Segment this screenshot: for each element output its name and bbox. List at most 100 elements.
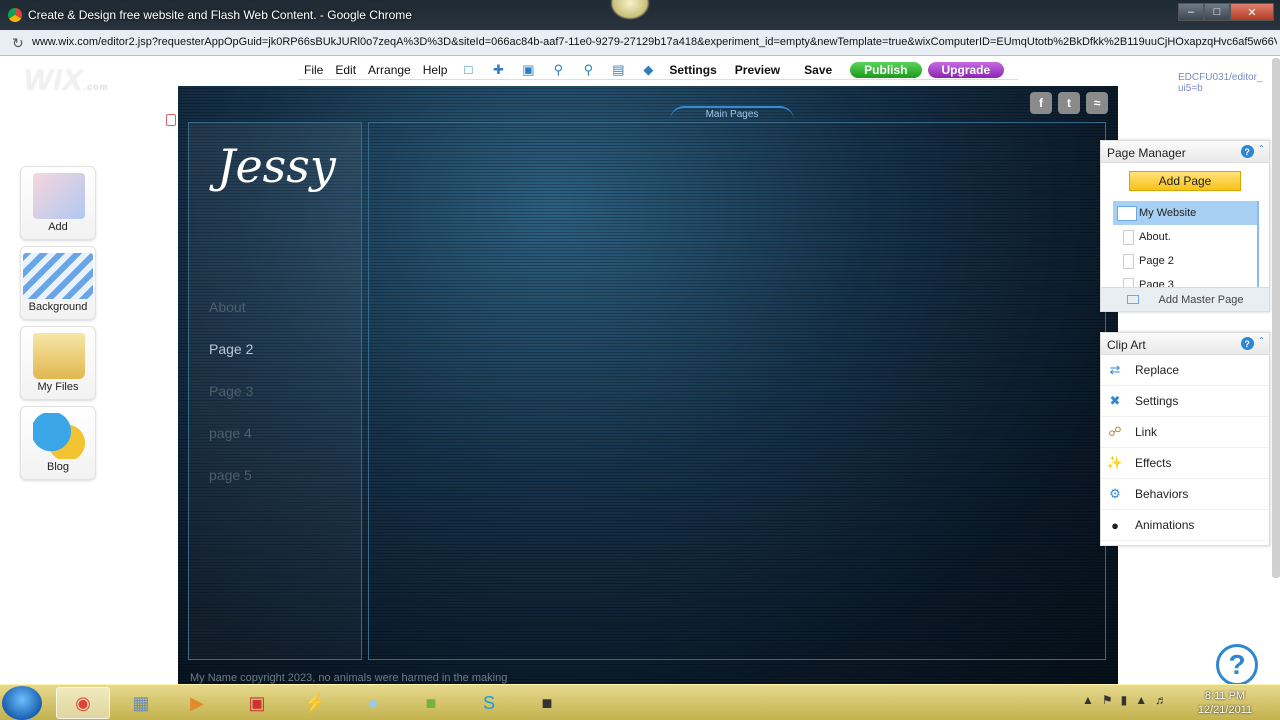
help-icon[interactable]: ? [1240, 145, 1254, 158]
move-icon[interactable]: ✚ [489, 62, 507, 77]
animations-label: Animations [1135, 518, 1195, 532]
preview-button[interactable]: Preview [723, 63, 792, 77]
minimize-button[interactable]: – [1178, 3, 1204, 21]
site-footer[interactable]: My Name copyright 2023, no animals were … [190, 672, 507, 684]
taskbar-app-icon[interactable]: ▣ [230, 687, 284, 719]
blog-label: Blog [46, 461, 70, 473]
behaviors-button[interactable]: ⚙ Behaviors [1101, 479, 1269, 510]
menu-help[interactable]: Help [417, 63, 454, 77]
replace-button[interactable]: ⇄ Replace [1101, 355, 1269, 386]
taskbar-notes-icon[interactable]: ■ [404, 687, 458, 719]
add-button[interactable]: Add [20, 166, 96, 240]
page-scrollbar[interactable] [1272, 58, 1280, 578]
settings-button[interactable]: ✖ Settings [1101, 386, 1269, 417]
page-item-my-website[interactable]: My Website [1113, 201, 1257, 225]
help-bubble-icon[interactable]: ? [1216, 644, 1258, 686]
url-field[interactable]: www.wix.com/editor2.jsp?requesterAppOpGu… [32, 36, 1277, 48]
menu-edit[interactable]: Edit [329, 63, 362, 77]
menu-file[interactable]: File [298, 63, 329, 77]
page-list[interactable]: My Website About. Page 2 Page 3 [1113, 201, 1259, 287]
publish-button[interactable]: Publish [850, 61, 922, 78]
ruler-icon[interactable]: ▤ [609, 62, 627, 77]
clip-art-panel: Clip Art ? ˆ ⇄ Replace ✖ Settings ☍ Link… [1100, 332, 1270, 546]
flag-icon[interactable]: ⚑ [1102, 693, 1113, 707]
comment-icon[interactable]: □ [459, 62, 477, 77]
chat-bubbles-icon [33, 413, 85, 459]
animations-button[interactable]: ● Animations [1101, 510, 1269, 541]
taskbar-chat-icon[interactable]: ● [346, 687, 400, 719]
add-page-button[interactable]: Add Page [1129, 171, 1241, 191]
background-icon [23, 253, 93, 299]
effects-button[interactable]: ✨ Effects [1101, 448, 1269, 479]
left-tool-panel: Add Background My Files Blog [20, 166, 96, 486]
main-pages-tab[interactable]: Main Pages [670, 106, 794, 120]
collapse-icon[interactable]: ˆ [1260, 145, 1263, 158]
clip-art-header: Clip Art ? ˆ [1101, 333, 1269, 355]
clock-time: 8:11 PM [1204, 690, 1246, 702]
replace-icon: ⇄ [1109, 362, 1121, 377]
add-media-icon [33, 173, 85, 219]
start-button[interactable] [2, 686, 42, 720]
magic-wand-icon: ✨ [1106, 455, 1124, 470]
page-manager-title: Page Manager [1107, 146, 1186, 160]
address-bar: ↻ www.wix.com/editor2.jsp?requesterAppOp… [0, 30, 1280, 56]
link-button[interactable]: ☍ Link [1101, 417, 1269, 448]
blog-button[interactable]: Blog [20, 406, 96, 480]
taskbar-imvu-icon[interactable]: ■ [520, 687, 574, 719]
site-nav-page-5[interactable]: page 5 [209, 467, 252, 483]
upgrade-button[interactable]: Upgrade [927, 61, 1005, 78]
page-item-about[interactable]: About. [1113, 225, 1257, 249]
tray-arrow-icon[interactable]: ▲ [1082, 693, 1094, 707]
settings-icon[interactable]: ◆ [639, 62, 657, 77]
folder-icon [33, 333, 85, 379]
lock-icon[interactable] [166, 114, 176, 126]
add-master-page-button[interactable]: Add Master Page [1101, 287, 1269, 311]
volume-icon[interactable]: ♬ [1155, 693, 1167, 707]
zoom-out-icon[interactable]: ⚲ [579, 62, 597, 77]
add-master-page-label: Add Master Page [1158, 293, 1244, 306]
system-tray: ▲ ⚑ ▮ ▲ ♬ [1082, 693, 1167, 707]
site-title[interactable]: Jessy [217, 139, 336, 193]
site-nav-about[interactable]: About [209, 299, 246, 315]
network-icon[interactable]: ▲ [1135, 693, 1147, 707]
chrome-icon [8, 8, 22, 22]
site-nav-page-4[interactable]: page 4 [209, 425, 252, 441]
taskbar-lightning-icon[interactable]: ⚡ [288, 687, 342, 719]
close-button[interactable]: ✕ [1230, 3, 1274, 21]
user-id-label: EDCFU031/editor_ ui5=b [1178, 72, 1263, 94]
site-sidebar[interactable]: Jessy About Page 2 Page 3 page 4 page 5 [188, 122, 362, 660]
taskbar-skype-icon[interactable]: S [462, 687, 516, 719]
site-nav-page-2[interactable]: Page 2 [209, 341, 253, 357]
my-files-button[interactable]: My Files [20, 326, 96, 400]
twitter-icon[interactable]: t [1058, 92, 1080, 114]
battery-icon[interactable]: ▮ [1121, 693, 1128, 707]
zoom-in-icon[interactable]: ⚲ [549, 62, 567, 77]
site-canvas[interactable]: f t ≈ Main Pages Jessy About Page 2 Page… [178, 86, 1118, 686]
windows-taskbar: ◉ ▦ ▶ ▣ ⚡ ● ■ S ■ ▲ ⚑ ▮ ▲ ♬ 8:11 PM 12/2… [0, 684, 1280, 720]
page-item-page-2[interactable]: Page 2 [1113, 249, 1257, 273]
taskbar-media-player-icon[interactable]: ▶ [170, 687, 224, 719]
site-nav-page-3[interactable]: Page 3 [209, 383, 253, 399]
menu-arrange[interactable]: Arrange [362, 63, 417, 77]
page-manager-header: Page Manager ? ˆ [1101, 141, 1269, 163]
site-content-area[interactable] [368, 122, 1106, 660]
rss-icon[interactable]: ≈ [1086, 92, 1108, 114]
clock-date: 12/21/2011 [1197, 704, 1253, 716]
taskbar-chrome-icon[interactable]: ◉ [56, 687, 110, 719]
replace-label: Replace [1135, 363, 1180, 377]
maximize-button[interactable]: □ [1204, 3, 1230, 21]
clock[interactable]: 8:11 PM 12/21/2011 [1190, 689, 1260, 717]
my-files-label: My Files [37, 381, 79, 393]
settings-label: Settings [1135, 394, 1179, 408]
fit-icon[interactable]: ▣ [519, 62, 537, 77]
reload-icon[interactable]: ↻ [12, 35, 24, 52]
page-item-page-3[interactable]: Page 3 [1113, 273, 1257, 287]
help-icon[interactable]: ? [1240, 337, 1254, 350]
background-button[interactable]: Background [20, 246, 96, 320]
collapse-icon[interactable]: ˆ [1260, 337, 1263, 350]
background-label: Background [28, 301, 88, 313]
settings-button[interactable]: Settings [663, 63, 722, 77]
save-button[interactable]: Save [792, 63, 844, 77]
taskbar-explorer-icon[interactable]: ▦ [114, 687, 168, 719]
facebook-icon[interactable]: f [1030, 92, 1052, 114]
